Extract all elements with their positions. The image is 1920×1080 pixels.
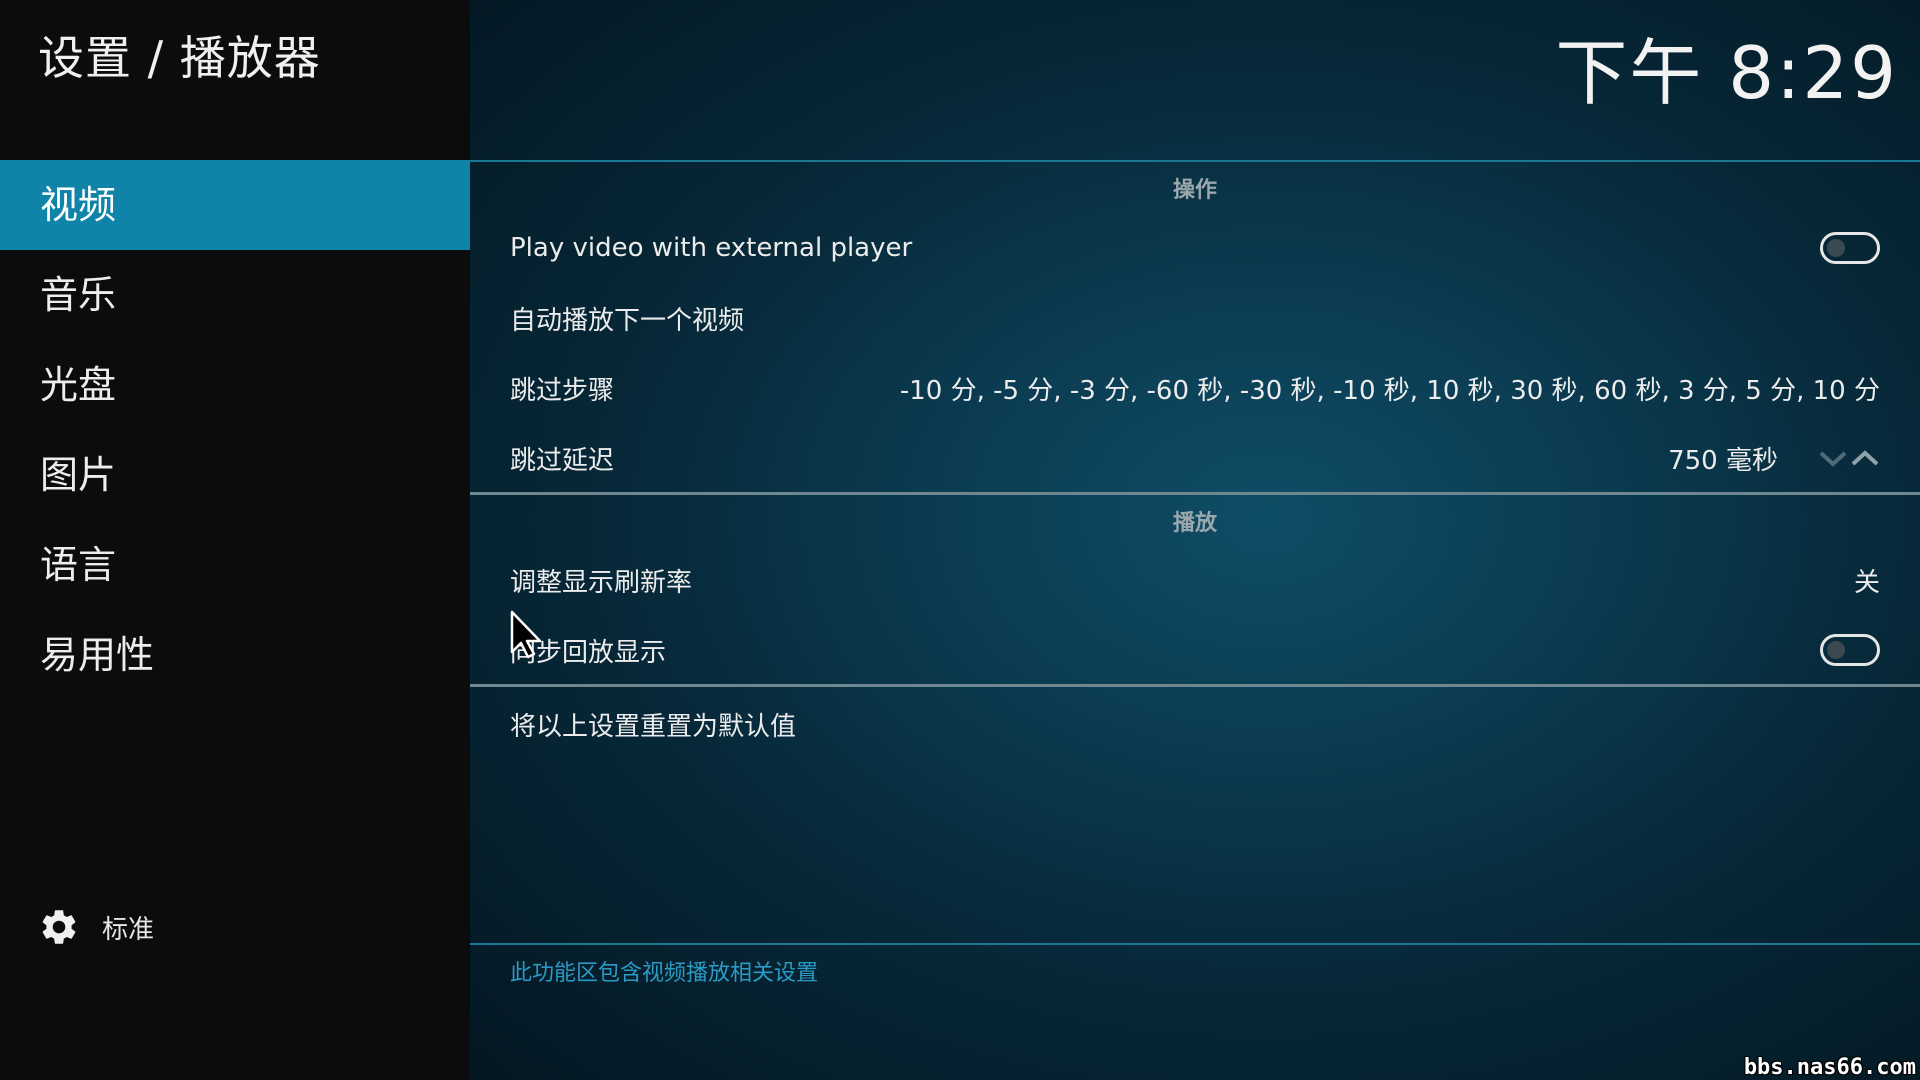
section-header-playback: 播放 (1172, 511, 1217, 536)
setting-row-skip-delay[interactable]: 跳过延迟 750 毫秒 (510, 428, 1880, 488)
sidebar-item-language[interactable]: 语言 (0, 520, 470, 610)
settings-level-label: 标准 (102, 914, 155, 945)
section-header-actions: 操作 (1172, 178, 1217, 203)
reset-defaults-label: 将以上设置重置为默认值 (510, 711, 797, 742)
sidebar-item-disc[interactable]: 光盘 (0, 340, 470, 430)
kodi-settings-screen: 设置 / 播放器 视频 音乐 光盘 图片 语言 易用性 标准 下午 8:29 操… (0, 0, 1920, 1080)
setting-row-external-player[interactable]: Play video with external player (510, 218, 1880, 278)
sync-playback-toggle[interactable] (1820, 634, 1880, 666)
sidebar: 设置 / 播放器 视频 音乐 光盘 图片 语言 易用性 标准 (0, 0, 470, 1080)
skip-steps-value: -10 分, -5 分, -3 分, -60 秒, -30 秒, -10 秒, … (899, 375, 1880, 406)
sidebar-item-video[interactable]: 视频 (0, 160, 470, 250)
toggle-knob (1827, 641, 1845, 659)
section-description: 此功能区包含视频播放相关设置 (510, 961, 819, 986)
settings-level-button[interactable]: 标准 (38, 902, 154, 952)
bottom-divider (470, 943, 1920, 945)
settings-panel: 下午 8:29 操作 Play video with external play… (470, 0, 1920, 1080)
section-divider (470, 684, 1920, 687)
setting-label: Play video with external player (510, 233, 913, 263)
setting-label: 调整显示刷新率 (510, 567, 693, 598)
mouse-cursor-icon (510, 610, 542, 659)
setting-label: 跳过步骤 (510, 375, 615, 406)
chevron-up-icon[interactable] (1850, 448, 1880, 468)
reset-defaults-button[interactable]: 将以上设置重置为默认值 (510, 694, 1880, 754)
external-player-toggle[interactable] (1820, 232, 1880, 264)
setting-label: 自动播放下一个视频 (510, 305, 745, 336)
sidebar-item-pictures[interactable]: 图片 (0, 430, 470, 520)
toggle-knob (1827, 239, 1845, 257)
clock: 下午 8:29 (1555, 31, 1898, 115)
gear-icon (42, 910, 76, 944)
setting-row-skip-steps[interactable]: 跳过步骤 -10 分, -5 分, -3 分, -60 秒, -30 秒, -1… (510, 358, 1880, 418)
sidebar-item-music[interactable]: 音乐 (0, 250, 470, 340)
setting-row-refresh-rate[interactable]: 调整显示刷新率 关 (510, 550, 1880, 610)
skip-delay-control: 750 毫秒 (1668, 440, 1880, 477)
skip-delay-spinner (1818, 448, 1880, 468)
breadcrumb: 设置 / 播放器 (38, 31, 321, 85)
section-divider (470, 492, 1920, 495)
watermark: bbs.nas66.com (1743, 1055, 1916, 1080)
chevron-down-icon[interactable] (1818, 448, 1848, 468)
setting-row-autoplay-next[interactable]: 自动播放下一个视频 (510, 288, 1880, 348)
sidebar-item-accessibility[interactable]: 易用性 (0, 610, 470, 700)
top-divider (470, 160, 1920, 162)
sidebar-nav: 视频 音乐 光盘 图片 语言 易用性 (0, 160, 470, 700)
refresh-rate-value: 关 (1853, 567, 1880, 598)
setting-row-sync-playback[interactable]: 同步回放显示 (510, 620, 1880, 680)
setting-label: 跳过延迟 (510, 445, 615, 476)
skip-delay-value: 750 毫秒 (1668, 445, 1778, 476)
